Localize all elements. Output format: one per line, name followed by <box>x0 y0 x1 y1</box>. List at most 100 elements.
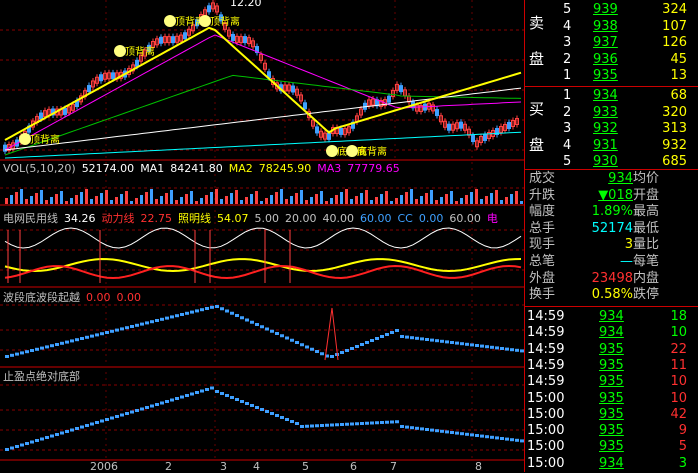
volume-bar <box>390 201 393 204</box>
wave-dot <box>510 348 514 352</box>
stop-dot <box>90 422 94 426</box>
price-candle <box>387 95 391 103</box>
buy-volume: 68 <box>670 88 687 103</box>
vol-row-item: MA3 <box>317 162 342 175</box>
volume-bar <box>300 190 303 204</box>
volume-bar <box>195 201 198 204</box>
ind-row-item: 动力线 <box>101 212 135 225</box>
wave-dot <box>285 336 289 340</box>
wave-dot <box>160 317 164 321</box>
volume-bar <box>70 198 73 204</box>
tick-time: 15:00 <box>527 423 565 439</box>
tick-time: 14:59 <box>527 341 565 357</box>
tick-price: 935 <box>599 390 624 406</box>
wave-dot <box>15 352 19 356</box>
stop-dot <box>200 389 204 393</box>
wave-dot <box>75 338 79 342</box>
stop-dot <box>205 388 209 391</box>
wave-dot <box>475 344 479 347</box>
stop-dot <box>245 402 249 405</box>
stop-dot <box>450 431 454 434</box>
stop-dot <box>420 427 424 431</box>
stat-row: 换手 0.58% 跌停 <box>525 287 698 303</box>
wave-dot <box>185 311 189 315</box>
stop-dot <box>110 416 114 420</box>
wave-dot <box>430 338 434 342</box>
volume-bar <box>85 189 88 204</box>
tick-time: 15:00 <box>527 439 565 455</box>
wave-dot <box>295 341 299 344</box>
tick-row: 14:59 934 10 <box>525 325 698 341</box>
wave-dot <box>20 351 24 355</box>
price-candle <box>399 85 403 93</box>
sell-label-2: 盘 <box>529 50 545 68</box>
wave-dot <box>210 305 214 309</box>
wave-dot <box>435 339 439 343</box>
level-number: 1 <box>563 68 572 84</box>
volume-bar <box>295 193 298 204</box>
volume-bar <box>425 193 428 204</box>
tick-volume: 11 <box>670 357 687 373</box>
stop-dot <box>20 443 24 447</box>
tick-volume: 3 <box>678 455 687 471</box>
volume-bar <box>465 195 468 204</box>
wave-dot <box>10 353 14 357</box>
stat-value: 934 <box>608 171 633 186</box>
volume-bar <box>495 190 498 204</box>
stat-value: — <box>620 254 633 269</box>
level-number: 5 <box>563 154 572 170</box>
tick-price: 935 <box>599 423 624 439</box>
volume-bar <box>355 196 358 204</box>
tick-time: 14:59 <box>527 309 565 324</box>
stop-dot <box>280 416 284 419</box>
volume-bar <box>185 194 188 204</box>
stat-label-2: 量比 <box>633 237 660 253</box>
stop-dot <box>345 422 349 426</box>
buy-price: 934 <box>593 88 618 103</box>
stat-label: 外盘 <box>529 270 556 286</box>
stop-dot <box>235 398 239 401</box>
stock-chart-area[interactable]: 顶背离顶背离顶背离顶背离底背离底背离 12.20 VOL(5,10,20)521… <box>0 0 524 473</box>
date-axis-tick: 5 <box>302 460 309 473</box>
buy-row: 5 930 685 <box>525 154 698 170</box>
chart-canvas[interactable]: 顶背离顶背离顶背离顶背离底背离底背离 <box>0 0 524 472</box>
stop-dot <box>365 421 369 425</box>
volume-bar <box>395 198 398 204</box>
volume-bar <box>515 191 518 204</box>
wave-dot <box>490 345 494 349</box>
ind-row-item: 照明线 <box>178 212 211 225</box>
tick-row: 15:00 935 42 <box>525 407 698 423</box>
volume-bar <box>415 199 418 204</box>
tick-price: 934 <box>599 455 624 471</box>
wave-dot <box>420 337 424 341</box>
stop-dot <box>350 422 354 426</box>
tick-time: 15:00 <box>527 390 565 406</box>
volume-bar <box>20 189 23 204</box>
wave-dot <box>460 342 464 346</box>
stop-dot <box>115 415 119 418</box>
wave-dot <box>125 326 129 330</box>
wave-dot <box>70 339 74 343</box>
wave-dot <box>110 329 114 333</box>
stop-dot <box>70 428 74 432</box>
wave-dot <box>165 316 169 320</box>
price-candle <box>135 59 139 67</box>
volume-bar <box>290 196 293 204</box>
stop-dot <box>120 413 124 417</box>
price-candle <box>459 121 463 129</box>
sell-label: 卖 <box>529 14 545 32</box>
tick-row: 14:59 935 11 <box>525 358 698 374</box>
price-candle <box>63 107 67 115</box>
wave-dot <box>95 333 99 337</box>
stop-dot <box>500 437 504 440</box>
ind-row-item: 电 <box>486 212 498 225</box>
price-candle <box>327 132 331 140</box>
stop-dot <box>10 446 14 450</box>
stop-dot <box>490 435 494 439</box>
stop-dot <box>105 418 109 421</box>
wave-dot <box>5 355 9 358</box>
wave-dot <box>130 325 134 328</box>
buy-price: 931 <box>593 137 618 153</box>
wave-dot <box>230 311 234 315</box>
wave-dot <box>425 338 429 341</box>
